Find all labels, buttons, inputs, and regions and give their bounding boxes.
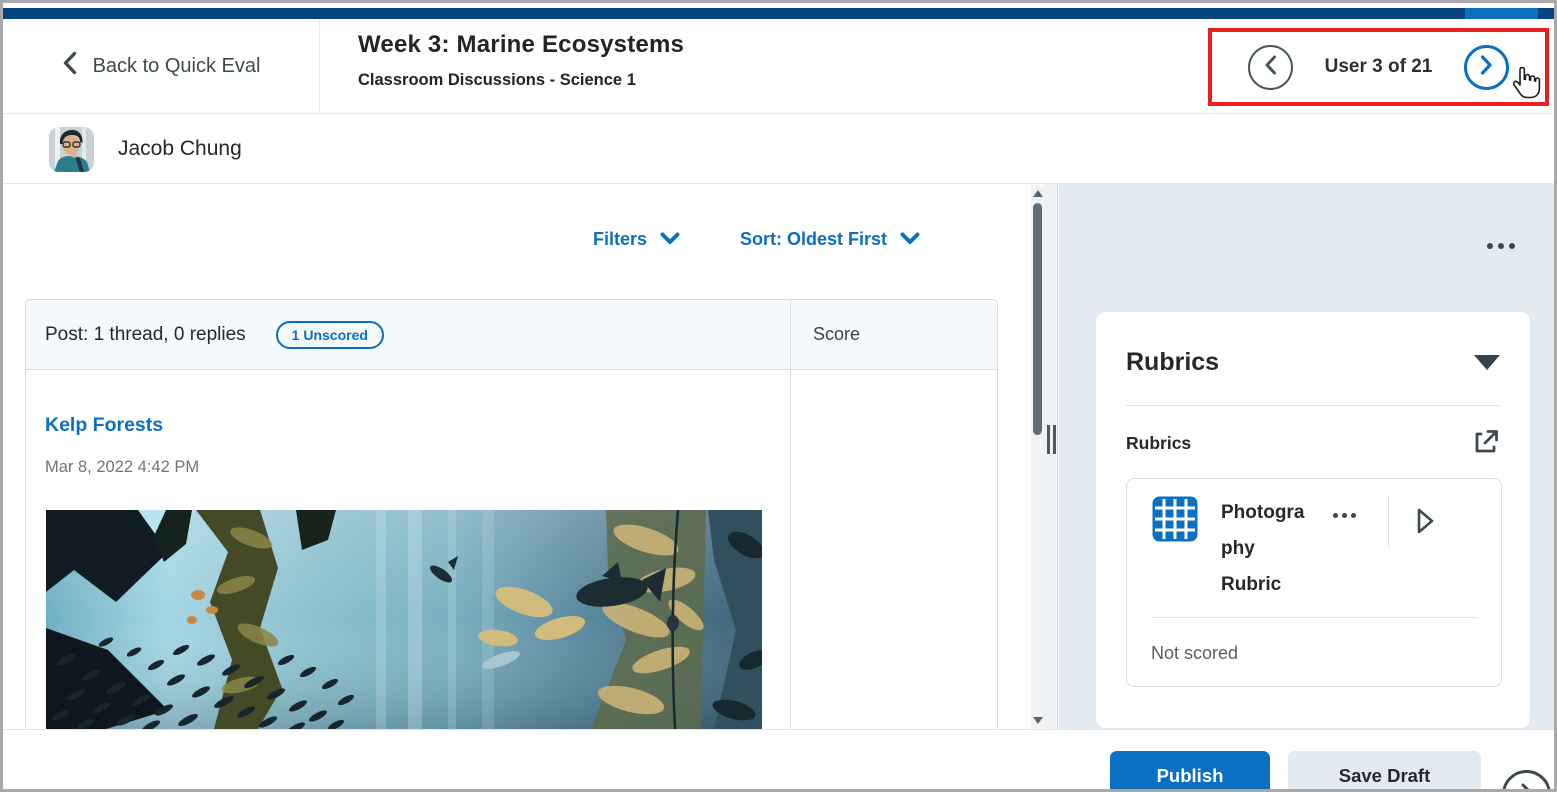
post-row: Kelp Forests Mar 8, 2022 4:42 PM <box>26 370 997 729</box>
title-block: Week 3: Marine Ecosystems Classroom Disc… <box>358 31 684 90</box>
panel-overflow-menu-button[interactable] <box>1483 239 1519 253</box>
rubrics-sub-label: Rubrics <box>1126 433 1191 454</box>
evaluation-footer: Publish Save Draft <box>3 729 1554 792</box>
learner-bar: Jacob Chung <box>3 115 1554 184</box>
rubrics-card-header: Rubrics <box>1126 312 1500 405</box>
ellipsis-icon <box>1487 243 1493 249</box>
back-to-quick-eval-button[interactable]: Back to Quick Eval <box>3 19 320 113</box>
page-header: Back to Quick Eval Week 3: Marine Ecosys… <box>3 19 1554 114</box>
collapse-triangle-icon[interactable] <box>1474 355 1500 370</box>
rubric-item-header: Photography Rubric <box>1151 495 1501 603</box>
pane-resize-gutter <box>1044 184 1058 729</box>
next-user-button[interactable] <box>1464 45 1509 90</box>
learner-avatar <box>49 127 94 172</box>
rubric-item-divider <box>1388 497 1389 547</box>
previous-user-button[interactable] <box>1248 45 1293 90</box>
rubric-list-item: Photography Rubric Not scored <box>1126 478 1502 687</box>
ellipsis-icon <box>1333 513 1338 518</box>
user-position-label: User 3 of 21 <box>1325 56 1433 78</box>
publish-button[interactable]: Publish <box>1110 751 1270 792</box>
rubric-grid-icon <box>1151 495 1199 548</box>
hand-pointer-cursor-icon <box>1511 67 1541 106</box>
post-summary-cell: Post: 1 thread, 0 replies 1 Unscored <box>26 321 790 349</box>
chevron-right-icon <box>1520 783 1534 792</box>
top-navy-bar <box>3 8 1554 19</box>
open-rubrics-popout-button[interactable] <box>1473 428 1500 458</box>
rubrics-section-title: Rubrics <box>1126 348 1219 377</box>
save-draft-button[interactable]: Save Draft <box>1288 751 1481 792</box>
rubric-status: Not scored <box>1151 618 1501 686</box>
expand-rubric-button[interactable] <box>1415 507 1435 538</box>
chevron-left-icon <box>62 51 77 81</box>
content-scrollbar[interactable] <box>1031 185 1044 729</box>
pane-resize-handle[interactable] <box>1047 425 1056 454</box>
external-link-icon <box>1473 428 1500 458</box>
filters-label: Filters <box>593 229 647 250</box>
chevron-right-icon <box>1480 55 1493 80</box>
triangle-right-icon <box>1415 523 1435 538</box>
rubric-name-link[interactable]: Photography Rubric <box>1221 495 1313 603</box>
sort-label: Sort: Oldest First <box>740 229 887 250</box>
chevron-down-icon <box>900 229 920 250</box>
posts-table: Post: 1 thread, 0 replies 1 Unscored Sco… <box>25 299 998 729</box>
score-column-divider <box>790 300 791 729</box>
rubric-overflow-menu-button[interactable] <box>1329 509 1360 522</box>
chevron-left-icon <box>1264 55 1277 80</box>
user-navigation-annotation-highlight: User 3 of 21 <box>1208 28 1549 106</box>
discussion-posts-pane: Filters Sort: Oldest First Post: 1 threa… <box>3 184 1031 729</box>
page-title: Week 3: Marine Ecosystems <box>358 31 684 59</box>
learner-name: Jacob Chung <box>118 137 242 161</box>
posts-table-header: Post: 1 thread, 0 replies 1 Unscored Sco… <box>26 300 997 370</box>
scroll-down-arrow-icon[interactable] <box>1033 717 1043 724</box>
back-label: Back to Quick Eval <box>93 55 261 78</box>
score-column-header: Score <box>790 324 860 345</box>
scrollbar-thumb[interactable] <box>1033 203 1042 435</box>
kelp-forest-image <box>46 510 762 729</box>
filters-dropdown[interactable]: Filters <box>593 229 680 250</box>
rubrics-card: Rubrics Rubrics <box>1095 311 1531 729</box>
unscored-badge: 1 Unscored <box>276 321 384 349</box>
chevron-down-icon <box>660 229 680 250</box>
evaluation-panel: Rubrics Rubrics <box>1059 184 1557 729</box>
posts-toolbar: Filters Sort: Oldest First <box>593 229 920 250</box>
sort-dropdown[interactable]: Sort: Oldest First <box>740 229 920 250</box>
post-date: Mar 8, 2022 4:42 PM <box>45 458 997 477</box>
rubrics-subheader-row: Rubrics <box>1126 406 1500 478</box>
post-title-link[interactable]: Kelp Forests <box>45 414 163 437</box>
next-record-button[interactable] <box>1502 770 1551 792</box>
post-summary-text: Post: 1 thread, 0 replies <box>45 324 246 346</box>
quick-eval-evaluation-window: Back to Quick Eval Week 3: Marine Ecosys… <box>0 0 1557 792</box>
scroll-up-arrow-icon[interactable] <box>1033 190 1043 197</box>
page-subtitle: Classroom Discussions - Science 1 <box>358 71 684 90</box>
